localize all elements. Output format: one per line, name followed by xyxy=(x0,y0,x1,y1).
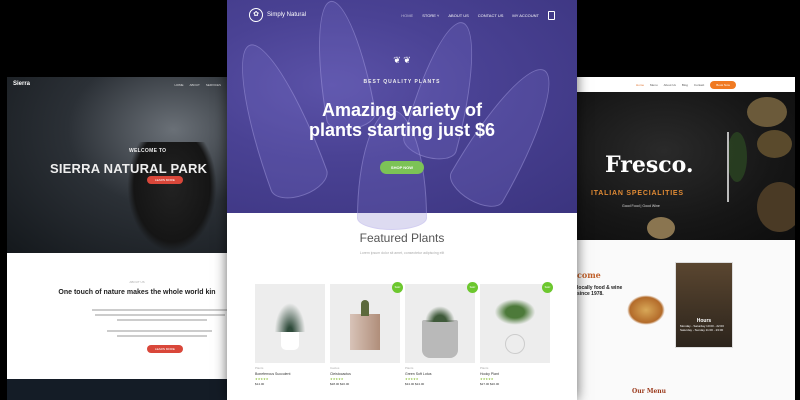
about-heading: One touch of nature makes the whole worl… xyxy=(58,289,216,296)
nav-store[interactable]: STORE ˅ xyxy=(422,13,439,18)
product-grid: Plants Boneferrous Succulent ★★★★★ $14.0… xyxy=(255,282,553,386)
sale-badge: Sale! xyxy=(542,282,553,293)
about-label: ABOUT US xyxy=(129,280,145,284)
product-card[interactable]: Sale! Plants Green Soft Lotus ★★★★★ $34.… xyxy=(405,282,478,386)
featured-title: Featured Plants xyxy=(359,231,445,245)
product-rating: ★★★★★ xyxy=(480,377,494,381)
fresco-hero: Fresco. ITALIAN SPECIALITIES Good Food |… xyxy=(577,92,795,240)
nav-blog[interactable]: Blog xyxy=(682,83,688,87)
hours-line: Saturday - Sunday 11:00 - 23:00 xyxy=(680,328,724,332)
product-rating: ★★★★★ xyxy=(255,377,269,381)
fresco-logo: Fresco. xyxy=(605,152,694,178)
product-category: Cactus xyxy=(330,366,340,370)
nav-services[interactable]: SERVICES xyxy=(206,83,221,87)
shop-now-button[interactable]: SHOP NOW xyxy=(380,161,424,174)
simply-natural-template-preview[interactable]: ✿ Simply Natural HOME STORE ˅ ABOUT US C… xyxy=(227,0,577,400)
product-category: Plants xyxy=(480,366,489,370)
product-card[interactable]: Plants Boneferrous Succulent ★★★★★ $14.0… xyxy=(255,284,325,386)
product-image[interactable] xyxy=(405,284,475,363)
product-card[interactable]: Sale! Cactus Cleistocactus ★★★★★ $28.00 … xyxy=(330,282,403,386)
sierra-template-preview[interactable]: Sierra HOME ABOUT SERVICES WELCOME TO SI… xyxy=(7,77,229,400)
fresco-template-preview[interactable]: Home Menu About Us Blog Contact Book Now… xyxy=(577,77,795,400)
nav-my-account[interactable]: MY ACCOUNT xyxy=(512,13,539,18)
about-learn-more-button[interactable]: LEARN MORE xyxy=(147,345,183,353)
product-rating: ★★★★★ xyxy=(405,377,419,381)
nav-home[interactable]: HOME xyxy=(175,83,184,87)
cart-icon[interactable] xyxy=(548,10,555,20)
product-image[interactable] xyxy=(255,284,325,363)
product-name[interactable]: Green Soft Lotus xyxy=(405,372,475,376)
nav-about[interactable]: ABOUT xyxy=(190,83,200,87)
simply-natural-logo[interactable]: ✿ Simply Natural xyxy=(249,8,306,22)
product-name[interactable]: Boneferrous Succulent xyxy=(255,372,325,376)
sierra-pretitle: WELCOME TO xyxy=(129,148,167,154)
plants-nav: ✿ Simply Natural HOME STORE ˅ ABOUT US C… xyxy=(249,8,555,22)
fresco-subtag: Good Food | Good Wine xyxy=(622,204,660,208)
product-price: $14.00 xyxy=(255,382,265,386)
welcome-heading: come xyxy=(577,270,601,280)
brand-name: Simply Natural xyxy=(267,12,307,18)
product-name[interactable]: Cleistocactus xyxy=(330,372,400,376)
sierra-logo: Sierra xyxy=(13,81,31,87)
fresco-welcome-section: come locally food & wine since 1978. Hou… xyxy=(577,240,795,400)
sierra-nav: Sierra HOME ABOUT SERVICES xyxy=(13,81,221,87)
product-price: $28.00 $20.00 xyxy=(330,382,350,386)
sale-badge: Sale! xyxy=(467,282,478,293)
featured-subtitle: Lorem ipsum dolor sit amet, consectetur … xyxy=(359,251,445,255)
hero-pretitle: BEST QUALITY PLANTS xyxy=(363,79,441,85)
pizza-image xyxy=(627,295,665,325)
nav-home[interactable]: Home xyxy=(636,83,644,87)
laurel-icon: ❦ ❦ xyxy=(393,55,411,65)
sierra-about-section: ABOUT US One touch of nature makes the w… xyxy=(7,253,229,379)
nav-home[interactable]: HOME xyxy=(401,13,413,18)
nav-contact-us[interactable]: CONTACT US xyxy=(478,13,504,18)
logo-icon: ✿ xyxy=(249,8,263,22)
hours-card: Hours Monday - Saturday 10:00 - 22:00 Sa… xyxy=(675,262,733,348)
product-card[interactable]: Sale! Plants Hooky Plant ★★★★★ $27.00 $2… xyxy=(480,282,553,386)
hero-headline: Amazing variety of plants starting just … xyxy=(308,100,496,140)
product-image[interactable] xyxy=(480,284,550,363)
nav-contact[interactable]: Contact xyxy=(694,83,704,87)
sale-badge: Sale! xyxy=(392,282,403,293)
product-rating: ★★★★★ xyxy=(330,377,344,381)
sierra-title: SIERRA NATURAL PARK xyxy=(50,161,208,176)
product-image[interactable] xyxy=(330,284,400,363)
welcome-text: locally food & wine since 1978. xyxy=(577,285,623,297)
book-now-button[interactable]: Book Now xyxy=(710,80,736,89)
product-price: $27.00 $20.00 xyxy=(480,382,500,386)
fresco-nav: Home Menu About Us Blog Contact Book Now xyxy=(577,77,795,92)
our-menu-heading: Our Menu xyxy=(632,388,667,395)
sierra-learn-more-button[interactable]: LEARN MORE xyxy=(147,176,183,184)
product-name[interactable]: Hooky Plant xyxy=(480,372,550,376)
plants-hero: ✿ Simply Natural HOME STORE ˅ ABOUT US C… xyxy=(227,0,577,230)
product-category: Plants xyxy=(255,366,264,370)
knife-icon xyxy=(727,132,729,202)
product-category: Plants xyxy=(405,366,414,370)
fresco-tagline: ITALIAN SPECIALITIES xyxy=(591,190,684,197)
sierra-footer-band xyxy=(7,379,229,400)
nav-menu[interactable]: Menu xyxy=(650,83,658,87)
sierra-hero: Sierra HOME ABOUT SERVICES WELCOME TO SI… xyxy=(7,77,229,253)
product-price: $34.00 $24.00 xyxy=(405,382,425,386)
elephant-image xyxy=(127,142,217,252)
nav-about[interactable]: About Us xyxy=(664,83,676,87)
nav-about-us[interactable]: ABOUT US xyxy=(448,13,468,18)
